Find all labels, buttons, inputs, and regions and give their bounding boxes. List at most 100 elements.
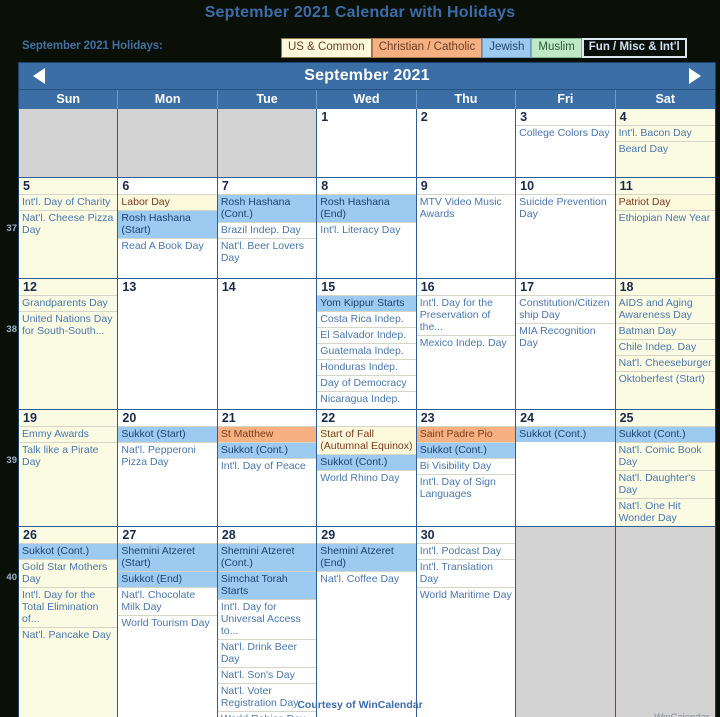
- event-item[interactable]: Nat'l. Son's Day: [217, 667, 317, 683]
- day-cell-8[interactable]: 8 Rosh Hashana (End) Int'l. Literacy Day: [317, 178, 417, 278]
- day-cell-11[interactable]: 11 Patriot Day Ethiopian New Year: [615, 178, 715, 278]
- event-item[interactable]: Shemini Atzeret (End): [317, 543, 416, 571]
- event-item[interactable]: Mexico Indep. Day: [416, 335, 516, 351]
- event-item[interactable]: St Matthew: [217, 426, 317, 442]
- prev-month-button[interactable]: [25, 63, 53, 89]
- event-item[interactable]: Constitution/Citizenship Day: [516, 295, 615, 323]
- event-item[interactable]: Chile Indep. Day: [615, 339, 715, 355]
- day-cell-19[interactable]: 19 Emmy Awards Talk like a Pirate Day: [19, 410, 119, 526]
- day-cell-13[interactable]: 13: [118, 279, 218, 409]
- event-item[interactable]: El Salvador Indep.: [317, 327, 416, 343]
- event-item[interactable]: Suicide Prevention Day: [516, 194, 615, 222]
- day-cell-1[interactable]: 1: [317, 109, 417, 177]
- legend-chip-muslim[interactable]: Muslim: [531, 38, 582, 58]
- event-item[interactable]: Day of Democracy: [317, 375, 416, 391]
- legend-chip-fun[interactable]: Fun / Misc & Int'l: [581, 38, 687, 58]
- event-item[interactable]: Int'l. Bacon Day: [615, 125, 715, 141]
- event-item[interactable]: Int'l. Translation Day: [416, 559, 516, 587]
- event-item[interactable]: Sukkot (Cont.): [615, 426, 715, 442]
- day-cell-17[interactable]: 17 Constitution/Citizenship Day MIA Recogn…: [516, 279, 616, 409]
- day-cell-10[interactable]: 10 Suicide Prevention Day: [516, 178, 616, 278]
- event-item[interactable]: Simchat Torah Starts: [217, 571, 317, 599]
- event-item[interactable]: MTV Video Music Awards: [416, 194, 516, 222]
- event-item[interactable]: World Rabies Day: [217, 711, 317, 717]
- event-item[interactable]: Sukkot (Cont.): [217, 442, 317, 458]
- event-item[interactable]: Rosh Hashana (Cont.): [217, 194, 317, 222]
- event-item[interactable]: Nat'l. Chocolate Milk Day: [118, 587, 217, 615]
- event-item[interactable]: Int'l. Literacy Day: [317, 222, 416, 238]
- event-item[interactable]: Nat'l. Pepperoni Pizza Day: [118, 442, 217, 470]
- event-item[interactable]: Nicaragua Indep.: [317, 391, 416, 407]
- day-cell-28[interactable]: 28 Shemini Atzeret (Cont.) Simchat Torah S…: [217, 527, 318, 717]
- event-item[interactable]: Labor Day: [118, 194, 217, 210]
- day-cell-18[interactable]: 18 AIDS and Aging Awareness Day Batman Day…: [615, 279, 715, 409]
- event-item[interactable]: World Maritime Day: [416, 587, 516, 603]
- event-item[interactable]: AIDS and Aging Awareness Day: [615, 295, 715, 323]
- event-item[interactable]: Read A Book Day: [118, 238, 217, 254]
- day-cell-30[interactable]: 30 Int'l. Podcast Day Int'l. Translation D…: [416, 527, 517, 717]
- event-item[interactable]: Sukkot (Cont.): [416, 442, 516, 458]
- event-item[interactable]: College Colors Day: [516, 125, 615, 141]
- event-item[interactable]: MIA Recognition Day: [516, 323, 615, 351]
- event-item[interactable]: Bi Visibility Day: [416, 458, 516, 474]
- day-cell-20[interactable]: 20 Sukkot (Start) Nat'l. Pepperoni Pizza D…: [118, 410, 218, 526]
- day-cell-25[interactable]: 25 Sukkot (Cont.) Nat'l. Comic Book Day Nat…: [615, 410, 715, 526]
- event-item[interactable]: Start of Fall (Autumnal Equinox): [317, 426, 416, 454]
- event-item[interactable]: Costa Rica Indep.: [317, 311, 416, 327]
- day-cell-3[interactable]: 3 College Colors Day: [516, 109, 616, 177]
- event-item[interactable]: Nat'l. Comic Book Day: [615, 442, 715, 470]
- event-item[interactable]: Nat'l. Coffee Day: [317, 571, 416, 587]
- event-item[interactable]: Gold Star Mothers Day: [19, 559, 118, 587]
- event-item[interactable]: Shemini Atzeret (Cont.): [217, 543, 317, 571]
- day-cell-15[interactable]: 15 Yom Kippur Starts Costa Rica Indep. El S…: [317, 279, 417, 409]
- event-item[interactable]: Guatemala Indep.: [317, 343, 416, 359]
- event-item[interactable]: Sukkot (Cont.): [19, 543, 118, 559]
- event-item[interactable]: World Rhino Day: [317, 470, 416, 486]
- event-item[interactable]: Nat'l. One Hit Wonder Day: [615, 498, 715, 526]
- event-item[interactable]: Talk like a Pirate Day: [19, 442, 118, 470]
- legend-chip-us[interactable]: US & Common: [281, 38, 372, 58]
- day-cell-29[interactable]: 29 Shemini Atzeret (End) Nat'l. Coffee Day: [317, 527, 417, 717]
- event-item[interactable]: Rosh Hashana (Start): [118, 210, 217, 238]
- day-cell-14[interactable]: 14: [217, 279, 318, 409]
- event-item[interactable]: Sukkot (End): [118, 571, 217, 587]
- event-item[interactable]: Nat'l. Pancake Day: [19, 627, 118, 643]
- day-cell-27[interactable]: 27 Shemini Atzeret (Start) Sukkot (End) Nat…: [118, 527, 218, 717]
- day-cell-22[interactable]: 22 Start of Fall (Autumnal Equinox) Sukkot…: [317, 410, 417, 526]
- event-item[interactable]: Int'l. Day of Sign Languages: [416, 474, 516, 502]
- event-item[interactable]: Oktoberfest (Start): [615, 371, 715, 387]
- day-cell-2[interactable]: 2: [416, 109, 517, 177]
- event-item[interactable]: Brazil Indep. Day: [217, 222, 317, 238]
- event-item[interactable]: Int'l. Podcast Day: [416, 543, 516, 559]
- event-item[interactable]: Shemini Atzeret (Start): [118, 543, 217, 571]
- event-item[interactable]: World Tourism Day: [118, 615, 217, 631]
- day-cell-9[interactable]: 9 MTV Video Music Awards: [416, 178, 517, 278]
- event-item[interactable]: Sukkot (Start): [118, 426, 217, 442]
- day-cell-12[interactable]: 12 Grandparents Day United Nations Day for…: [19, 279, 119, 409]
- day-cell-26[interactable]: 26 Sukkot (Cont.) Gold Star Mothers Day Int…: [19, 527, 119, 717]
- event-item[interactable]: Int'l. Day of Peace: [217, 458, 317, 474]
- event-item[interactable]: Grandparents Day: [19, 295, 118, 311]
- day-cell-6[interactable]: 6 Labor Day Rosh Hashana (Start) Read A Boo…: [118, 178, 218, 278]
- event-item[interactable]: Honduras Indep.: [317, 359, 416, 375]
- event-item[interactable]: United Nations Day for South-South...: [19, 311, 118, 339]
- day-cell-4[interactable]: 4 Int'l. Bacon Day Beard Day: [615, 109, 715, 177]
- day-cell-21[interactable]: 21 St Matthew Sukkot (Cont.) Int'l. Day of …: [217, 410, 318, 526]
- day-cell-5[interactable]: 5 Int'l. Day of Charity Nat'l. Cheese Pizz…: [19, 178, 119, 278]
- day-cell-23[interactable]: 23 Saint Padre Pio Sukkot (Cont.) Bi Visibi…: [416, 410, 517, 526]
- event-item[interactable]: Sukkot (Cont.): [317, 454, 416, 470]
- day-cell-16[interactable]: 16 Int'l. Day for the Preservation of the…: [416, 279, 517, 409]
- event-item[interactable]: Sukkot (Cont.): [516, 426, 615, 442]
- event-item[interactable]: Patriot Day: [615, 194, 715, 210]
- day-cell-24[interactable]: 24 Sukkot (Cont.): [516, 410, 616, 526]
- event-item[interactable]: Ethiopian New Year: [615, 210, 715, 226]
- event-item[interactable]: Int'l. Day for the Total Elimination of.…: [19, 587, 118, 627]
- event-item[interactable]: Int'l. Day of Charity: [19, 194, 118, 210]
- day-cell-7[interactable]: 7 Rosh Hashana (Cont.) Brazil Indep. Day Na…: [217, 178, 318, 278]
- event-item[interactable]: Saint Padre Pio: [416, 426, 516, 442]
- event-item[interactable]: Nat'l. Daughter's Day: [615, 470, 715, 498]
- event-item[interactable]: Beard Day: [615, 141, 715, 157]
- legend-chip-christian[interactable]: Christian / Catholic: [371, 38, 483, 58]
- event-item[interactable]: Nat'l. Beer Lovers Day: [217, 238, 317, 266]
- event-item[interactable]: Emmy Awards: [19, 426, 118, 442]
